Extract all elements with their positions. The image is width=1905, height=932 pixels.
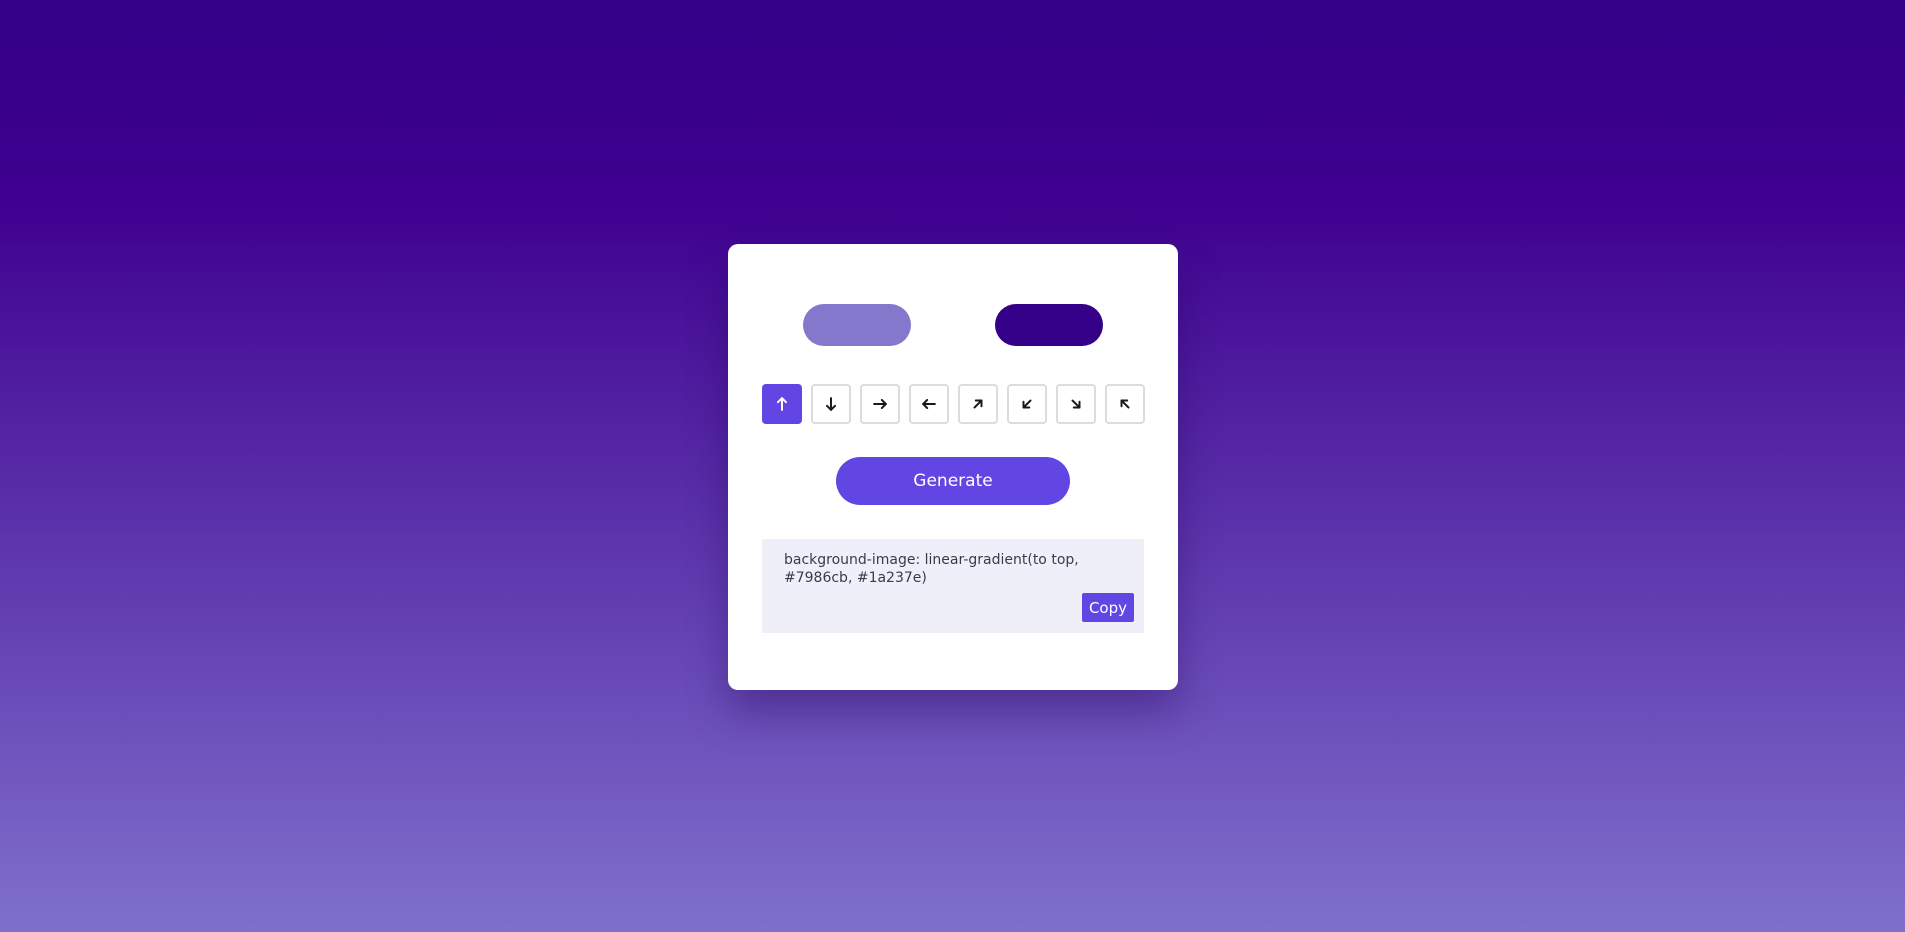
direction-button-arrow-up-right[interactable] [958,384,998,424]
arrow-down-right-icon [1067,395,1085,413]
color-two-picker[interactable] [995,304,1103,346]
generate-button[interactable]: Generate [836,457,1070,505]
arrow-left-icon [920,395,938,413]
arrow-down-icon [822,395,840,413]
arrow-up-icon [773,395,791,413]
gradient-generator-card: Generate background-image: linear-gradie… [728,244,1178,690]
arrow-down-left-icon [1018,395,1036,413]
direction-buttons [762,384,1145,424]
color-one-picker[interactable] [803,304,911,346]
direction-button-arrow-right[interactable] [860,384,900,424]
arrow-up-right-icon [969,395,987,413]
direction-button-arrow-down-left[interactable] [1007,384,1047,424]
direction-button-arrow-down[interactable] [811,384,851,424]
css-output-text: background-image: linear-gradient(to top… [784,552,1079,586]
direction-button-arrow-left[interactable] [909,384,949,424]
direction-button-arrow-up[interactable] [762,384,802,424]
copy-button[interactable]: Copy [1081,593,1134,622]
direction-button-arrow-down-right[interactable] [1056,384,1096,424]
direction-button-arrow-up-left[interactable] [1105,384,1145,424]
arrow-up-left-icon [1116,395,1134,413]
arrow-right-icon [871,395,889,413]
css-output: background-image: linear-gradient(to top… [762,539,1144,633]
